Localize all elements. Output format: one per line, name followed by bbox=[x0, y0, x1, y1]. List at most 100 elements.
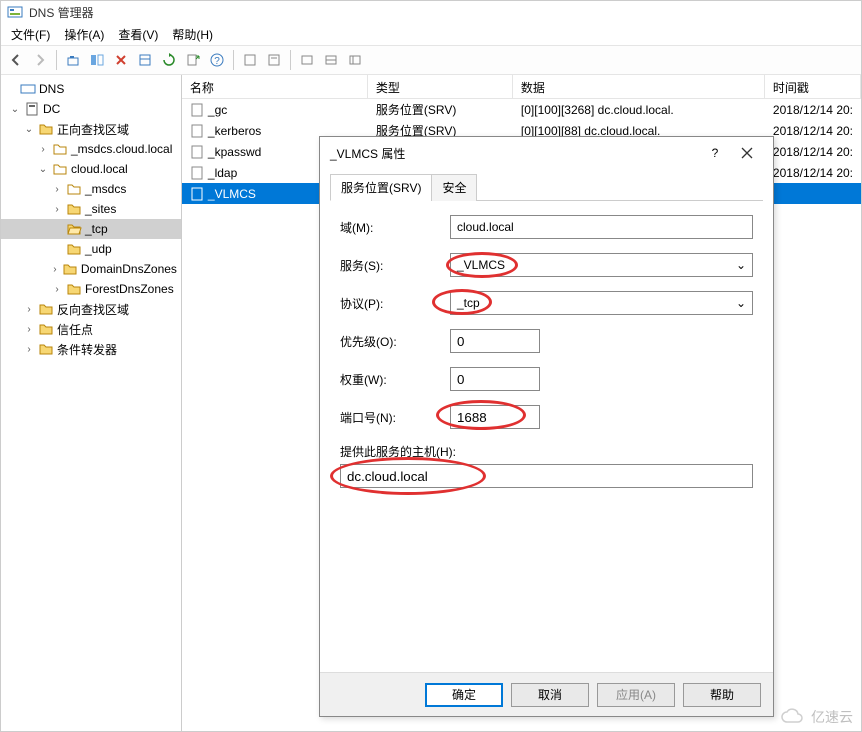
forward-button[interactable] bbox=[29, 49, 51, 71]
help-icon[interactable]: ? bbox=[699, 141, 731, 165]
tree-trust-points[interactable]: ›信任点 bbox=[1, 319, 181, 339]
tree-conditional-forwarders[interactable]: ›条件转发器 bbox=[1, 339, 181, 359]
tree-reverse-zones[interactable]: ›反向查找区域 bbox=[1, 299, 181, 319]
zone-icon bbox=[52, 141, 68, 157]
window-title: DNS 管理器 bbox=[29, 4, 94, 21]
dialog-tabs: 服务位置(SRV) 安全 bbox=[320, 169, 773, 201]
apply-button[interactable]: 应用(A) bbox=[597, 683, 675, 707]
dialog-buttons: 确定 取消 应用(A) 帮助 bbox=[320, 672, 773, 716]
toolbar: ? bbox=[1, 45, 861, 75]
dns-manager-window: DNS 管理器 文件(F) 操作(A) 查看(V) 帮助(H) ? DNS ⌄D… bbox=[0, 0, 862, 732]
tree-sites[interactable]: ›_sites bbox=[1, 199, 181, 219]
record-icon bbox=[190, 166, 204, 180]
tab-srv[interactable]: 服务位置(SRV) bbox=[330, 174, 432, 201]
input-port[interactable] bbox=[450, 405, 540, 429]
menubar: 文件(F) 操作(A) 查看(V) 帮助(H) bbox=[1, 23, 861, 45]
tool-a-button[interactable] bbox=[239, 49, 261, 71]
tree-udp[interactable]: _udp bbox=[1, 239, 181, 259]
dialog-form: 域(M): 服务(S): _VLMCS⌄ 协议(P): _tcp⌄ 优先级(O)… bbox=[320, 201, 773, 672]
tree-dc[interactable]: ⌄DC bbox=[1, 99, 181, 119]
separator bbox=[290, 50, 291, 70]
tool-b-button[interactable] bbox=[263, 49, 285, 71]
folder-icon bbox=[66, 281, 82, 297]
label-service: 服务(S): bbox=[340, 257, 450, 274]
ok-button[interactable]: 确定 bbox=[425, 683, 503, 707]
folder-open-icon bbox=[66, 221, 82, 237]
menu-action[interactable]: 操作(A) bbox=[58, 24, 110, 45]
input-domain[interactable] bbox=[450, 215, 753, 239]
col-data[interactable]: 数据 bbox=[513, 75, 765, 98]
zone-icon bbox=[52, 161, 68, 177]
tree-msdcs-root[interactable]: ›_msdcs.cloud.local bbox=[1, 139, 181, 159]
tool-c-button[interactable] bbox=[296, 49, 318, 71]
label-host: 提供此服务的主机(H): bbox=[340, 443, 753, 460]
col-timestamp[interactable]: 时间戳 bbox=[765, 75, 861, 98]
chevron-down-icon: ⌄ bbox=[736, 258, 746, 272]
input-priority[interactable] bbox=[450, 329, 540, 353]
folder-icon bbox=[38, 301, 54, 317]
tree-tcp[interactable]: _tcp bbox=[1, 219, 181, 239]
folder-icon bbox=[38, 121, 54, 137]
folder-icon bbox=[66, 241, 82, 257]
export-button[interactable] bbox=[182, 49, 204, 71]
menu-help[interactable]: 帮助(H) bbox=[166, 24, 219, 45]
separator bbox=[233, 50, 234, 70]
up-button[interactable] bbox=[62, 49, 84, 71]
cloud-icon bbox=[779, 708, 807, 726]
tree-domaindnszones[interactable]: ›DomainDnsZones bbox=[1, 259, 181, 279]
refresh-button[interactable] bbox=[158, 49, 180, 71]
svg-text:?: ? bbox=[214, 56, 220, 67]
help-button[interactable]: ? bbox=[206, 49, 228, 71]
tree-forestdnszones[interactable]: ›ForestDnsZones bbox=[1, 279, 181, 299]
tab-security[interactable]: 安全 bbox=[431, 174, 477, 201]
menu-view[interactable]: 查看(V) bbox=[112, 24, 164, 45]
app-icon bbox=[7, 4, 23, 20]
col-type[interactable]: 类型 bbox=[368, 75, 513, 98]
tree-forward-zones[interactable]: ⌄正向查找区域 bbox=[1, 119, 181, 139]
cancel-button[interactable]: 取消 bbox=[511, 683, 589, 707]
folder-icon bbox=[62, 261, 78, 277]
tree-msdcs[interactable]: ›_msdcs bbox=[1, 179, 181, 199]
show-pane-button[interactable] bbox=[86, 49, 108, 71]
properties-dialog: _VLMCS 属性 ? 服务位置(SRV) 安全 域(M): 服务(S): _V… bbox=[319, 136, 774, 717]
label-weight: 权重(W): bbox=[340, 371, 450, 388]
tool-d-button[interactable] bbox=[320, 49, 342, 71]
input-host[interactable] bbox=[340, 464, 753, 488]
separator bbox=[56, 50, 57, 70]
properties-button[interactable] bbox=[134, 49, 156, 71]
label-priority: 优先级(O): bbox=[340, 333, 450, 350]
tree-pane: DNS ⌄DC ⌄正向查找区域 ›_msdcs.cloud.local ⌄clo… bbox=[1, 75, 182, 731]
chevron-down-icon: ⌄ bbox=[736, 296, 746, 310]
tool-e-button[interactable] bbox=[344, 49, 366, 71]
tree-cloud-local[interactable]: ⌄cloud.local bbox=[1, 159, 181, 179]
select-service[interactable]: _VLMCS⌄ bbox=[450, 253, 753, 277]
watermark: 亿速云 bbox=[779, 707, 853, 727]
dialog-title: _VLMCS 属性 bbox=[330, 145, 405, 162]
record-icon bbox=[190, 124, 204, 138]
dns-icon bbox=[20, 81, 36, 97]
back-button[interactable] bbox=[5, 49, 27, 71]
menu-file[interactable]: 文件(F) bbox=[5, 24, 56, 45]
select-protocol[interactable]: _tcp⌄ bbox=[450, 291, 753, 315]
folder-icon bbox=[38, 321, 54, 337]
tree-root-dns[interactable]: DNS bbox=[1, 79, 181, 99]
list-header: 名称 类型 数据 时间戳 bbox=[182, 75, 861, 99]
col-name[interactable]: 名称 bbox=[182, 75, 368, 98]
label-port: 端口号(N): bbox=[340, 409, 450, 426]
label-protocol: 协议(P): bbox=[340, 295, 450, 312]
server-icon bbox=[24, 101, 40, 117]
record-icon bbox=[190, 103, 204, 117]
folder-icon bbox=[66, 181, 82, 197]
help-button[interactable]: 帮助 bbox=[683, 683, 761, 707]
folder-icon bbox=[38, 341, 54, 357]
delete-button[interactable] bbox=[110, 49, 132, 71]
folder-icon bbox=[66, 201, 82, 217]
list-row[interactable]: _gc 服务位置(SRV) [0][100][3268] dc.cloud.lo… bbox=[182, 99, 861, 120]
dialog-titlebar: _VLMCS 属性 ? bbox=[320, 137, 773, 169]
close-icon[interactable] bbox=[731, 141, 763, 165]
titlebar: DNS 管理器 bbox=[1, 1, 861, 23]
label-domain: 域(M): bbox=[340, 219, 450, 236]
record-icon bbox=[190, 187, 204, 201]
record-icon bbox=[190, 145, 204, 159]
input-weight[interactable] bbox=[450, 367, 540, 391]
